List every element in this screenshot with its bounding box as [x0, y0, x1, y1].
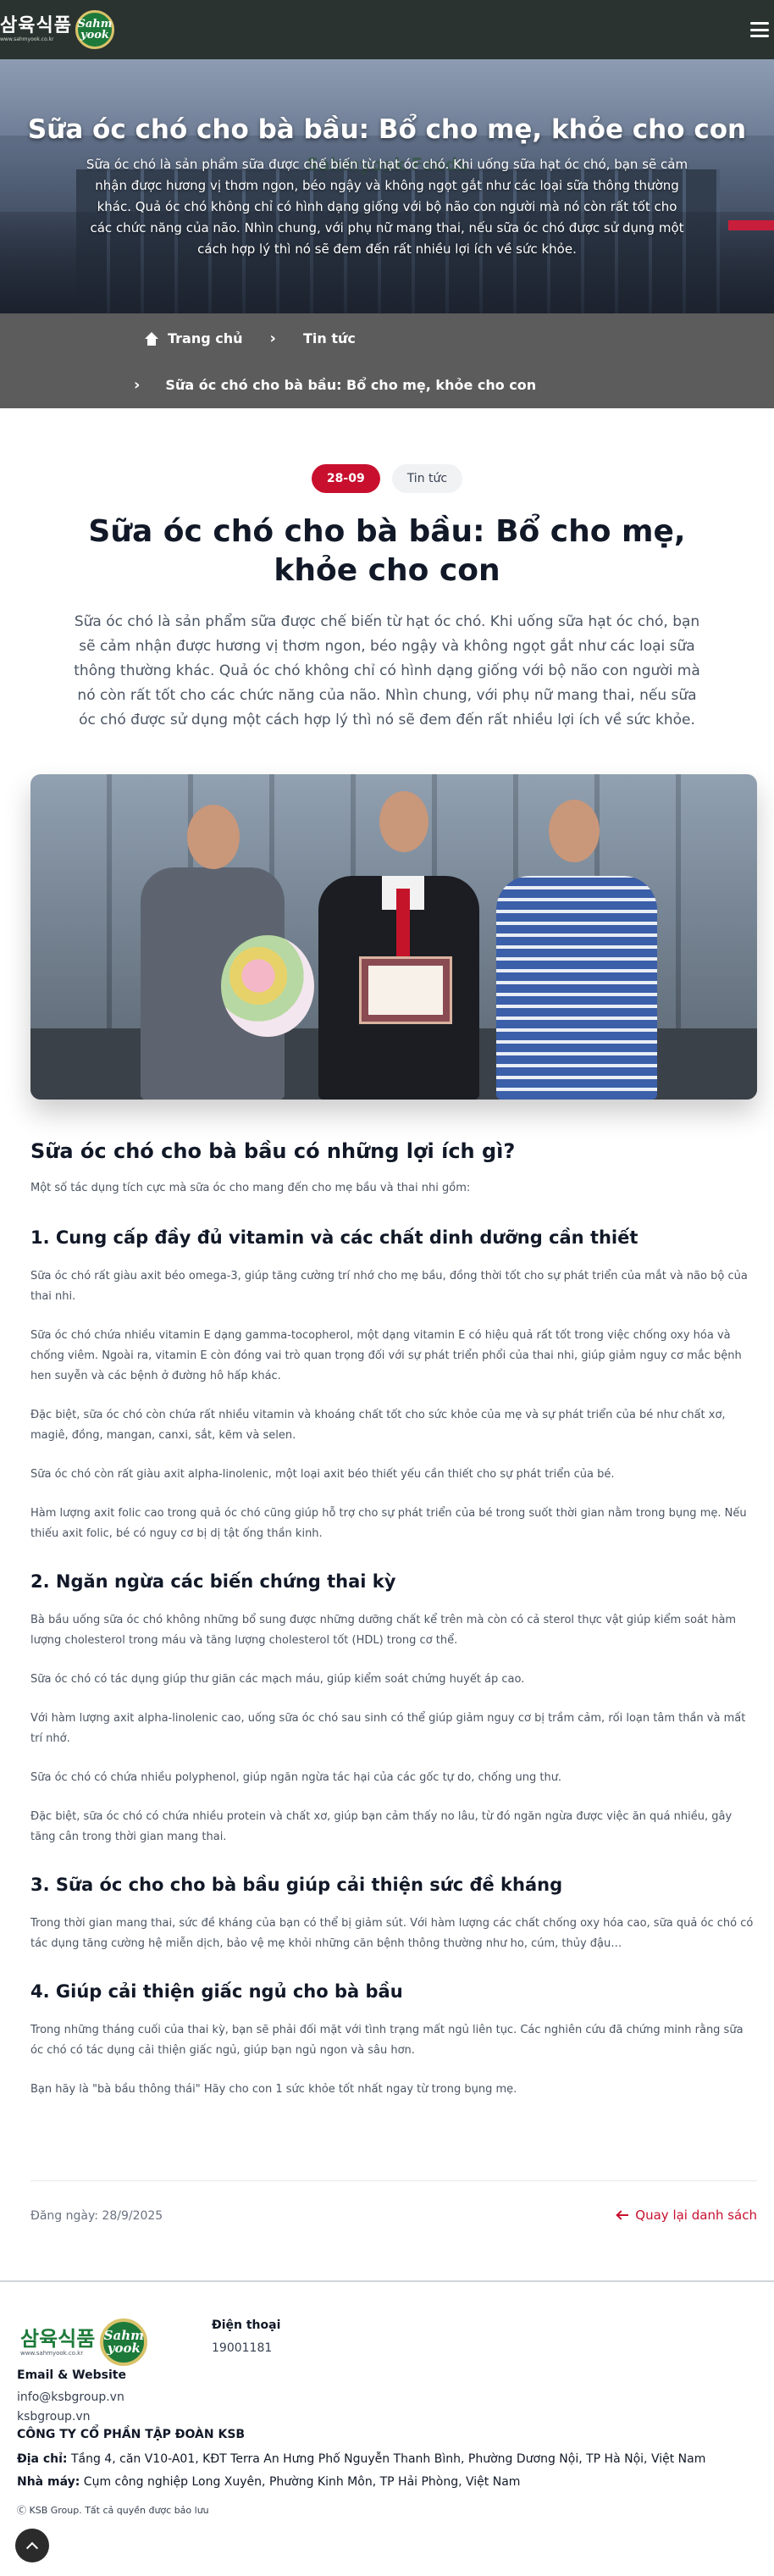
breadcrumb-home[interactable]: Trang chủ [168, 330, 243, 346]
breadcrumb: Trang chủ › Tin tức › Sữa óc chó cho bà … [0, 313, 774, 408]
address-label: Địa chỉ: [17, 2452, 68, 2466]
posted-date: Đăng ngày: 28/9/2025 [30, 2209, 163, 2223]
back-to-list-link[interactable]: Quay lại danh sách [616, 2208, 757, 2223]
copyright: Ⓒ KSB Group. Tất cả quyền được bảo lưu [17, 2505, 209, 2516]
breadcrumb-row-2: › Sữa óc chó cho bà bầu: Bổ cho mẹ, khỏe… [134, 376, 536, 394]
factory-label: Nhà máy: [17, 2475, 80, 2489]
logo-badge-bottom: yook [107, 2341, 141, 2356]
divider [30, 2180, 757, 2181]
breadcrumb-row-1: Trang chủ › Tin tức [144, 330, 356, 347]
website-link[interactable]: ksbgroup.vn [17, 2410, 91, 2424]
chevron-right-icon: › [269, 330, 276, 347]
breadcrumb-category[interactable]: Tin tức [303, 330, 356, 346]
paragraph: Sữa óc chó có tác dụng giúp thư giãn các… [30, 1673, 525, 1686]
site-header: 삼육식품 www.sahmyook.co.kr Sahm yook [0, 0, 774, 59]
paragraph: Trong những tháng cuối của thai kỳ, bạn … [30, 2024, 744, 2057]
address-text: Tầng 4, căn V10-A01, KĐT Terra An Hưng P… [70, 2452, 706, 2466]
paragraph: Trong thời gian mang thai, sức đề kháng … [30, 1917, 754, 1950]
paragraph: Sữa óc chó chứa nhiều vitamin E dạng gam… [30, 1329, 742, 1382]
subsection-heading: 2. Ngăn ngừa các biến chứng thai kỳ [30, 1571, 396, 1592]
footer-logo-text: 삼육식품 [20, 2326, 96, 2351]
logo-badge-icon: Sahm yook [75, 10, 114, 49]
subsection-heading: 3. Sữa óc cho cho bà bầu giúp cải thiện … [30, 1875, 563, 1895]
email-link[interactable]: info@ksbgroup.vn [17, 2390, 124, 2404]
phone-label: Điện thoại [212, 2318, 281, 2332]
category-badge[interactable]: Tin tức [391, 464, 463, 493]
logo-text: 삼육식품 [0, 15, 72, 36]
article-title: Sữa óc chó cho bà bầu: Bổ cho mẹ, khỏe c… [88, 514, 686, 588]
paragraph: Sữa óc chó rất giàu axit béo omega-3, gi… [30, 1270, 748, 1303]
paragraph: Đặc biệt, sữa óc chó còn chứa rất nhiều … [30, 1409, 726, 1442]
back-to-list-label: Quay lại danh sách [635, 2208, 757, 2223]
person-right [496, 876, 657, 1100]
paragraph: Một số tác dụng tích cực mà sữa óc cho m… [30, 1182, 471, 1194]
paragraph: Bạn hãy là "bà bầu thông thái" Hãy cho c… [30, 2083, 517, 2096]
paragraph: Sữa óc chó còn rất giàu axit alpha-linol… [30, 1468, 615, 1481]
address-line: Địa chỉ: Tầng 4, căn V10-A01, KĐT Terra … [17, 2452, 705, 2466]
logo-badge-bottom: yook [80, 29, 109, 42]
scroll-to-top-button[interactable] [15, 2529, 49, 2562]
paragraph: Bà bầu uống sữa óc chó không những bổ su… [30, 1614, 737, 1647]
paragraph: Đặc biệt, sữa óc chó có chứa nhiều prote… [30, 1810, 733, 1843]
footer-divider [0, 2280, 774, 2282]
chevron-right-icon: › [134, 376, 141, 394]
logo-badge-icon: Sahm yook [100, 2318, 148, 2366]
site-logo[interactable]: 삼육식품 www.sahmyook.co.kr Sahm yook [0, 0, 114, 59]
hero-banner: Sahmyook Foods Sữa óc chó cho bà bầu: Bổ… [0, 59, 774, 313]
article-body: Sữa óc chó cho bà bầu có những lợi ích g… [30, 1139, 757, 2119]
phone-number[interactable]: 19001181 [212, 2341, 272, 2355]
flower-bouquet [221, 935, 314, 1037]
hero-title: Sữa óc chó cho bà bầu: Bổ cho mẹ, khỏe c… [27, 114, 747, 145]
arrow-left-icon [616, 2211, 629, 2219]
paragraph: Với hàm lượng axit alpha-linolenic cao, … [30, 1712, 746, 1745]
article-lead: Sữa óc chó là sản phẩm sữa được chế biến… [74, 613, 700, 728]
breadcrumb-current: Sữa óc chó cho bà bầu: Bổ cho mẹ, khỏe c… [165, 377, 537, 393]
article-tags: 28-09 Tin tức [0, 464, 774, 493]
company-name: CÔNG TY CỔ PHẦN TẬP ĐOÀN KSB [17, 2428, 246, 2441]
menu-icon[interactable] [750, 22, 769, 37]
section-heading: Sữa óc chó cho bà bầu có những lợi ích g… [30, 1139, 516, 1163]
logo-url: www.sahmyook.co.kr [0, 36, 54, 42]
paragraph: Sữa óc chó có chứa nhiều polyphenol, giú… [30, 1771, 562, 1784]
chevron-up-icon [25, 2541, 39, 2554]
subsection-heading: 1. Cung cấp đầy đủ vitamin và các chất d… [30, 1227, 639, 1248]
home-icon[interactable] [144, 331, 159, 346]
footer-logo-url: www.sahmyook.co.kr [20, 2349, 84, 2357]
certificate [359, 956, 452, 1024]
hero-description: Sữa óc chó là sản phẩm sữa được chế biến… [86, 157, 688, 257]
article-photo [30, 774, 757, 1100]
footer-logo[interactable]: 삼육식품 www.sahmyook.co.kr Sahm yook [20, 2318, 148, 2366]
date-badge: 28-09 [311, 464, 380, 493]
email-label: Email & Website [17, 2368, 126, 2382]
subsection-heading: 4. Giúp cải thiện giấc ngủ cho bà bầu [30, 1981, 403, 2002]
factory-text: Cụm công nghiệp Long Xuyên, Phường Kinh … [83, 2475, 521, 2489]
paragraph: Hàm lượng axit folic cao trong quả óc ch… [30, 1507, 747, 1540]
red-banner [728, 220, 774, 230]
logo-wordmark: 삼육식품 www.sahmyook.co.kr [0, 16, 72, 43]
factory-line: Nhà máy: Cụm công nghiệp Long Xuyên, Phư… [17, 2475, 520, 2489]
